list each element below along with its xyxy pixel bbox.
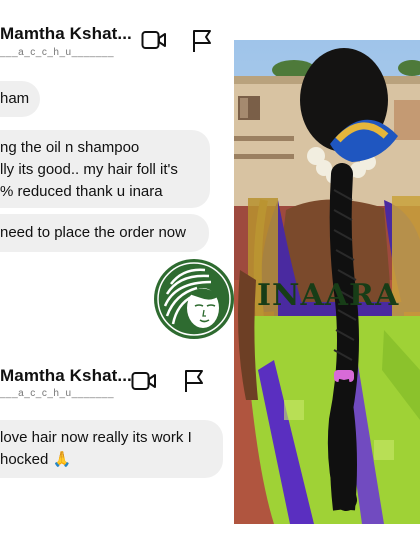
contact-name[interactable]: Mamtha Kshat... <box>0 24 132 44</box>
message-text: lly its good.. my hair foll it's <box>0 161 178 178</box>
message-text: ham <box>0 90 30 107</box>
message-bubble: need to place the order now <box>0 214 209 252</box>
message-bubble: ham <box>0 81 40 117</box>
message-bubble: love hair now really its work I hocked 🙏 <box>0 420 223 478</box>
video-call-icon[interactable] <box>131 371 157 391</box>
brand-name: INAARA <box>257 278 400 313</box>
inaara-logo <box>154 259 234 339</box>
message-text: hocked 🙏 <box>0 451 72 468</box>
message-text: love hair now really its work I <box>0 429 192 446</box>
flag-icon[interactable] <box>183 369 205 393</box>
chat-panel-bottom: Mamtha Kshat... ___a_c_c_h_u_______ love… <box>0 340 236 560</box>
contact-username: ___a_c_c_h_u_______ <box>0 388 115 399</box>
message-text: ng the oil n shampoo <box>0 139 140 156</box>
message-text: need to place the order now <box>0 224 186 241</box>
contact-name[interactable]: Mamtha Kshat... <box>0 366 132 386</box>
contact-username: ___a_c_c_h_u_______ <box>0 47 115 58</box>
chat-panel-top: Mamtha Kshat... ___a_c_c_h_u_______ ham … <box>0 0 236 260</box>
message-bubble: ng the oil n shampoo lly its good.. my h… <box>0 130 210 208</box>
video-call-icon[interactable] <box>141 30 167 50</box>
flag-icon[interactable] <box>191 29 213 53</box>
message-text: % reduced thank u inara <box>0 183 163 200</box>
